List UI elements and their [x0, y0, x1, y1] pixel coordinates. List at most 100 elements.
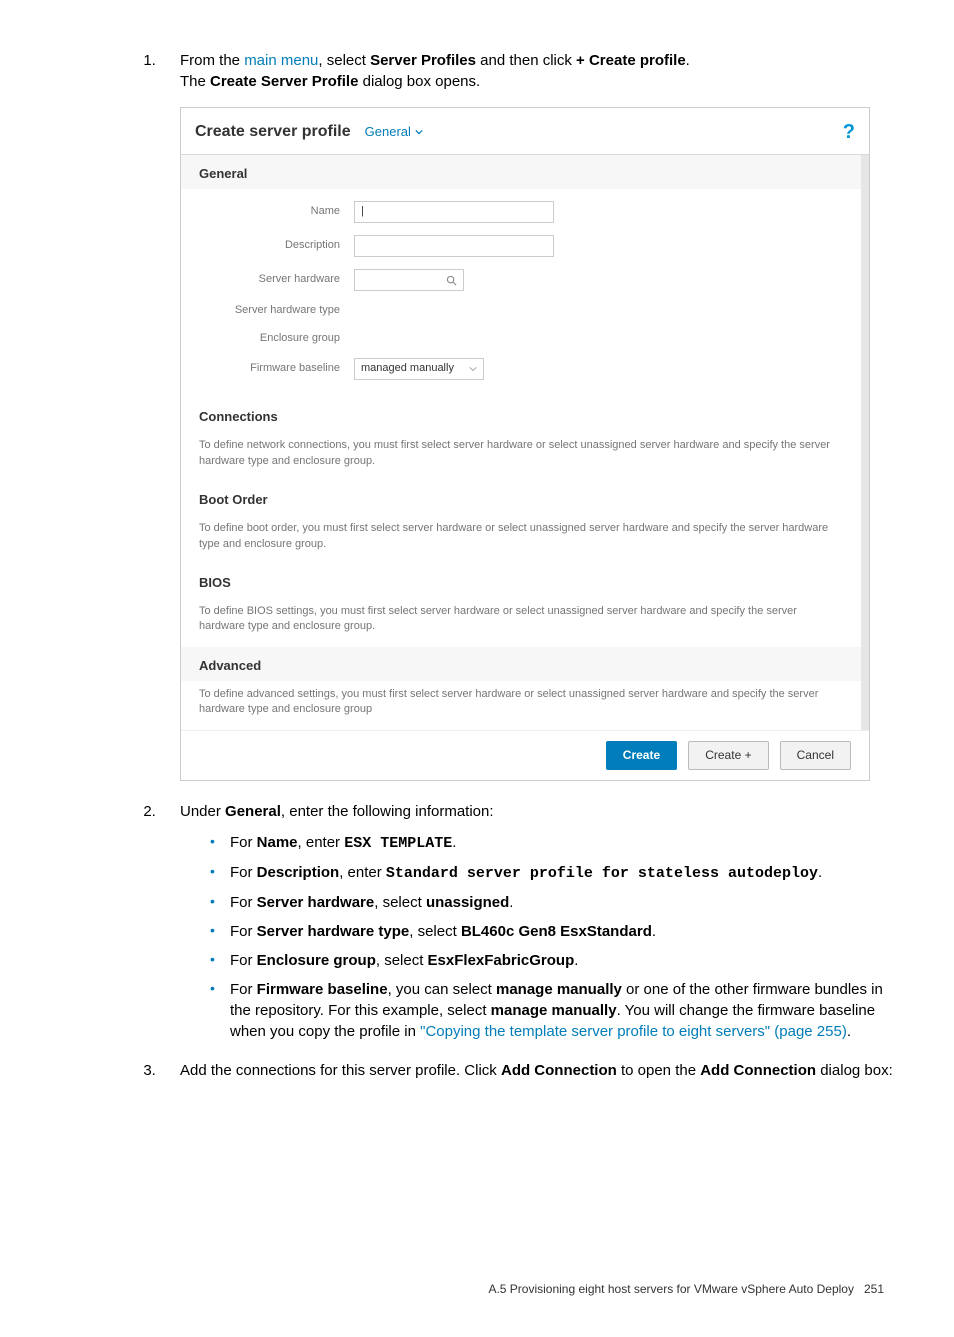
connections-desc: To define network connections, you must … [181, 432, 861, 481]
main-menu-link[interactable]: main menu [244, 52, 318, 69]
text: . [686, 52, 690, 69]
text: , enter the following information: [281, 803, 494, 820]
firmware-baseline-select[interactable]: managed manually [354, 358, 484, 380]
t: For [230, 981, 257, 998]
dialog-scroll-content: General Name | Description Serv [181, 155, 861, 730]
step-2-bullets: For Name, enter ESX TEMPLATE. For Descri… [180, 832, 894, 1042]
create-button[interactable]: Create [606, 741, 677, 770]
label-server-hardware-type: Server hardware type [199, 303, 354, 318]
t: For [230, 952, 257, 969]
tab-label: General [365, 123, 411, 141]
section-general-title: General [181, 155, 861, 189]
help-icon[interactable]: ? [843, 118, 855, 146]
t: Standard server profile for stateless au… [386, 865, 818, 882]
bios-desc: To define BIOS settings, you must first … [181, 598, 861, 647]
t: , select [374, 894, 426, 911]
name-input[interactable]: | [354, 201, 554, 223]
t: , you can select [388, 981, 496, 998]
t: . [652, 923, 656, 940]
row-name: Name | [199, 195, 843, 229]
text: Create Server Profile [210, 73, 358, 90]
t: Add Connection [700, 1062, 816, 1079]
tab-general[interactable]: General [365, 123, 423, 141]
row-server-hardware: Server hardware [199, 263, 843, 297]
create-server-profile-dialog: Create server profile General ? ᐱ ᐯ Gene… [180, 107, 870, 781]
t: manage manually [491, 1002, 617, 1019]
page-footer: A.5 Provisioning eight host servers for … [100, 1281, 894, 1298]
dialog-footer: Create Create + Cancel [181, 730, 869, 780]
dialog-body: ᐱ ᐯ General Name | Description [181, 155, 869, 730]
section-connections-title: Connections [181, 398, 861, 432]
label-server-hardware: Server hardware [199, 272, 354, 287]
text: Under [180, 803, 225, 820]
section-boot-title: Boot Order [181, 481, 861, 515]
t: , enter [339, 864, 386, 881]
bullet-server-hardware: For Server hardware, select unassigned. [210, 892, 894, 913]
step-1: From the main menu, select Server Profil… [160, 50, 894, 781]
t: . [847, 1023, 851, 1040]
page-content: From the main menu, select Server Profil… [0, 0, 954, 1337]
boot-desc: To define boot order, you must first sel… [181, 515, 861, 564]
server-hardware-input[interactable] [354, 269, 464, 291]
label-enclosure-group: Enclosure group [199, 331, 354, 346]
dialog-header: Create server profile General ? [181, 108, 869, 155]
create-plus-button[interactable]: Create + [688, 741, 768, 770]
t: Server hardware type [257, 923, 410, 940]
page-number: 251 [864, 1282, 884, 1296]
text: General [225, 803, 281, 820]
chevron-down-icon [469, 365, 477, 373]
copy-profile-link[interactable]: "Copying the template server profile to … [420, 1023, 847, 1040]
text: dialog box opens. [358, 73, 480, 90]
row-server-hardware-type: Server hardware type [199, 297, 843, 324]
cancel-button[interactable]: Cancel [780, 741, 851, 770]
footer-text: A.5 Provisioning eight host servers for … [488, 1282, 854, 1296]
section-bios-title: BIOS [181, 564, 861, 598]
firmware-baseline-value: managed manually [361, 361, 454, 376]
label-firmware-baseline: Firmware baseline [199, 361, 354, 376]
text: Server Profiles [370, 52, 476, 69]
t: . [818, 864, 822, 881]
text: From the [180, 52, 244, 69]
t: For [230, 894, 257, 911]
text: , select [318, 52, 370, 69]
bullet-firmware-baseline: For Firmware baseline, you can select ma… [210, 979, 894, 1042]
bullet-server-hardware-type: For Server hardware type, select BL460c … [210, 921, 894, 942]
t: ESX TEMPLATE [344, 835, 452, 852]
text: and then click [476, 52, 576, 69]
description-input[interactable] [354, 235, 554, 257]
t: For [230, 834, 257, 851]
t: Firmware baseline [257, 981, 388, 998]
scrollbar-down-icon[interactable]: ᐯ [861, 718, 869, 730]
t: For [230, 923, 257, 940]
chevron-down-icon [415, 128, 423, 136]
bullet-description: For Description, enter Standard server p… [210, 862, 894, 884]
t: Add the connections for this server prof… [180, 1062, 501, 1079]
label-name: Name [199, 204, 354, 219]
t: . [574, 952, 578, 969]
t: EsxFlexFabricGroup [428, 952, 575, 969]
section-advanced-title: Advanced [181, 647, 861, 681]
scrollbar-up-icon[interactable]: ᐱ [861, 155, 869, 167]
row-firmware-baseline: Firmware baseline managed manually [199, 352, 843, 386]
search-icon [446, 275, 457, 286]
t: manage manually [496, 981, 622, 998]
t: For [230, 864, 257, 881]
label-description: Description [199, 238, 354, 253]
t: . [452, 834, 456, 851]
step-2: Under General, enter the following infor… [160, 801, 894, 1042]
t: , select [376, 952, 428, 969]
row-enclosure-group: Enclosure group [199, 325, 843, 352]
text: The [180, 73, 210, 90]
t: . [509, 894, 513, 911]
t: Add Connection [501, 1062, 617, 1079]
bullet-enclosure-group: For Enclosure group, select EsxFlexFabri… [210, 950, 894, 971]
dialog-title: Create server profile [195, 121, 351, 143]
text: + Create profile [576, 52, 686, 69]
bullet-name: For Name, enter ESX TEMPLATE. [210, 832, 894, 854]
t: to open the [617, 1062, 700, 1079]
step-3: Add the connections for this server prof… [160, 1060, 894, 1081]
t: Server hardware [257, 894, 375, 911]
t: Description [257, 864, 340, 881]
t: , select [409, 923, 461, 940]
general-form: Name | Description Server hardware [181, 189, 861, 398]
